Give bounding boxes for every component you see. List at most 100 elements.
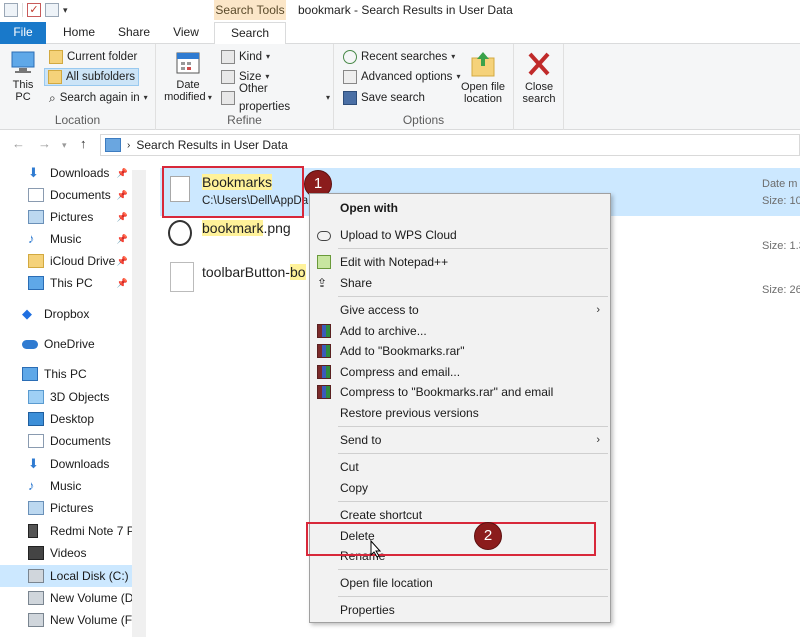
- menu-compress-rar-email[interactable]: Compress to "Bookmarks.rar" and email: [310, 382, 610, 402]
- nav-label: Redmi Note 7 Pr: [50, 524, 132, 538]
- new-folder-icon[interactable]: [45, 3, 59, 17]
- menu-upload-wps[interactable]: Upload to WPS Cloud: [310, 225, 610, 245]
- save-search-button[interactable]: Save search: [340, 89, 428, 107]
- nav-new-volume-f[interactable]: New Volume (F:): [0, 609, 132, 631]
- back-arrow-icon[interactable]: ←: [12, 136, 25, 151]
- quick-access-downloads[interactable]: ⬇ Downloads 📌: [0, 162, 132, 184]
- nav-onedrive[interactable]: OneDrive: [0, 333, 132, 355]
- nav-new-volume-d[interactable]: New Volume (D:: [0, 587, 132, 609]
- menu-share[interactable]: ⇪ Share: [310, 273, 610, 293]
- tab-home[interactable]: Home: [52, 22, 106, 44]
- quick-access-documents[interactable]: Documents 📌: [0, 184, 132, 206]
- desktop-icon: [28, 412, 44, 426]
- advanced-options-button[interactable]: Advanced options ▾: [340, 68, 463, 86]
- nav-videos[interactable]: Videos: [0, 542, 132, 564]
- winrar-icon: [317, 365, 331, 379]
- address-bar[interactable]: › Search Results in User Data: [100, 134, 800, 156]
- nav-label: New Volume (D:: [50, 591, 132, 605]
- other-properties-button[interactable]: Other properties ▾: [218, 83, 333, 113]
- menu-label: Share: [340, 276, 373, 290]
- file-size: Size: 26: [762, 284, 800, 296]
- nav-label: Music: [50, 479, 82, 493]
- advanced-options-label: Advanced options: [361, 71, 453, 83]
- menu-open-with[interactable]: Open with: [310, 198, 610, 218]
- properties-check-icon[interactable]: ✓: [27, 3, 41, 17]
- menu-restore-versions[interactable]: Restore previous versions: [310, 403, 610, 423]
- menu-divider: [338, 596, 608, 597]
- current-folder-button[interactable]: Current folder: [46, 48, 140, 66]
- search-again-button[interactable]: ⌕ Search again in ▾: [46, 89, 151, 107]
- menu-copy[interactable]: Copy: [310, 478, 610, 498]
- menu-give-access[interactable]: Give access to ›: [310, 300, 610, 320]
- this-pc-icon: [9, 50, 37, 76]
- recent-searches-button[interactable]: Recent searches ▾: [340, 48, 458, 66]
- kind-icon: [221, 50, 235, 64]
- menu-label: Send to: [340, 433, 382, 447]
- menu-add-rar[interactable]: Add to "Bookmarks.rar": [310, 341, 610, 361]
- nav-label: Documents: [50, 188, 111, 202]
- advanced-options-icon: [343, 70, 357, 84]
- file-date: Date m: [762, 178, 798, 190]
- menu-add-archive[interactable]: Add to archive...: [310, 321, 610, 341]
- nav-label: This PC: [50, 276, 93, 290]
- menu-send-to[interactable]: Send to ›: [310, 430, 610, 450]
- nav-label: Downloads: [50, 457, 110, 471]
- nav-label: This PC: [44, 367, 87, 381]
- menu-cut[interactable]: Cut: [310, 457, 610, 477]
- this-pc-label: This PC: [12, 79, 34, 103]
- all-subfolders-button[interactable]: All subfolders: [44, 68, 140, 86]
- nav-phone[interactable]: Redmi Note 7 Pr: [0, 520, 132, 542]
- quick-access-icloud-drive[interactable]: iCloud Drive 📌: [0, 250, 132, 272]
- quick-access-music[interactable]: ♪ Music 📌: [0, 228, 132, 250]
- this-pc-button[interactable]: This PC: [6, 50, 40, 103]
- nav-pane-scrollbar[interactable]: [132, 170, 146, 637]
- menu-edit-notepad[interactable]: Edit with Notepad++: [310, 252, 610, 272]
- tab-view[interactable]: View: [162, 22, 210, 44]
- nav-dropbox[interactable]: ◆ Dropbox: [0, 303, 132, 325]
- menu-open-file-location[interactable]: Open file location: [310, 573, 610, 593]
- dropbox-icon: ◆: [22, 306, 32, 321]
- folder-icon[interactable]: [4, 3, 18, 17]
- menu-compress-email[interactable]: Compress and email...: [310, 362, 610, 382]
- nav-pictures[interactable]: Pictures: [0, 497, 132, 519]
- nav-music[interactable]: ♪ Music: [0, 475, 132, 497]
- quick-access-this-pc[interactable]: This PC 📌: [0, 272, 132, 294]
- file-name-prefix: toolbarButton-: [202, 264, 290, 280]
- forward-arrow-icon[interactable]: →: [38, 136, 51, 151]
- nav-documents[interactable]: Documents: [0, 430, 132, 452]
- kind-button[interactable]: Kind ▾: [218, 48, 273, 66]
- search-icon: ⌕: [49, 91, 56, 105]
- nav-local-disk-c[interactable]: Local Disk (C:): [0, 565, 132, 587]
- nav-desktop[interactable]: Desktop: [0, 408, 132, 430]
- customize-toolbar-icon[interactable]: ▾: [63, 5, 68, 16]
- nav-3d-objects[interactable]: 3D Objects: [0, 386, 132, 408]
- documents-icon: [28, 434, 44, 448]
- breadcrumb-separator-icon: ›: [127, 139, 131, 151]
- close-search-button[interactable]: Close search: [518, 50, 560, 105]
- 3d-objects-icon: [28, 390, 44, 404]
- quick-access-pictures[interactable]: Pictures 📌: [0, 206, 132, 228]
- date-modified-label: Date modified: [164, 79, 206, 103]
- open-file-location-button[interactable]: Open file location: [454, 50, 512, 105]
- menu-label: Add to archive...: [340, 324, 427, 338]
- tab-file[interactable]: File: [0, 22, 46, 44]
- recent-locations-icon[interactable]: ▾: [62, 140, 67, 151]
- menu-properties[interactable]: Properties: [310, 600, 610, 620]
- pin-icon: 📌: [116, 167, 128, 178]
- tab-search[interactable]: Search: [214, 22, 286, 45]
- navigation-bar: ← → ▾ ↑ › Search Results in User Data: [0, 131, 800, 159]
- save-icon: [343, 91, 357, 105]
- this-pc-icon: [28, 276, 44, 290]
- title-bar: ✓ ▾ Search Tools bookmark - Search Resul…: [0, 0, 800, 22]
- date-modified-button[interactable]: Date modified ▾: [162, 50, 214, 104]
- up-arrow-icon[interactable]: ↑: [80, 136, 87, 151]
- drive-icon: [28, 591, 44, 605]
- menu-label: Edit with Notepad++: [340, 255, 449, 269]
- close-group: Close search: [514, 44, 564, 130]
- nav-this-pc[interactable]: This PC: [0, 363, 132, 385]
- nav-downloads[interactable]: ⬇ Downloads: [0, 453, 132, 475]
- tab-share[interactable]: Share: [110, 22, 158, 44]
- chevron-right-icon: ›: [596, 434, 600, 446]
- location-group: This PC Current folder All subfolders ⌕ …: [0, 44, 156, 130]
- nav-label: Pictures: [50, 210, 94, 224]
